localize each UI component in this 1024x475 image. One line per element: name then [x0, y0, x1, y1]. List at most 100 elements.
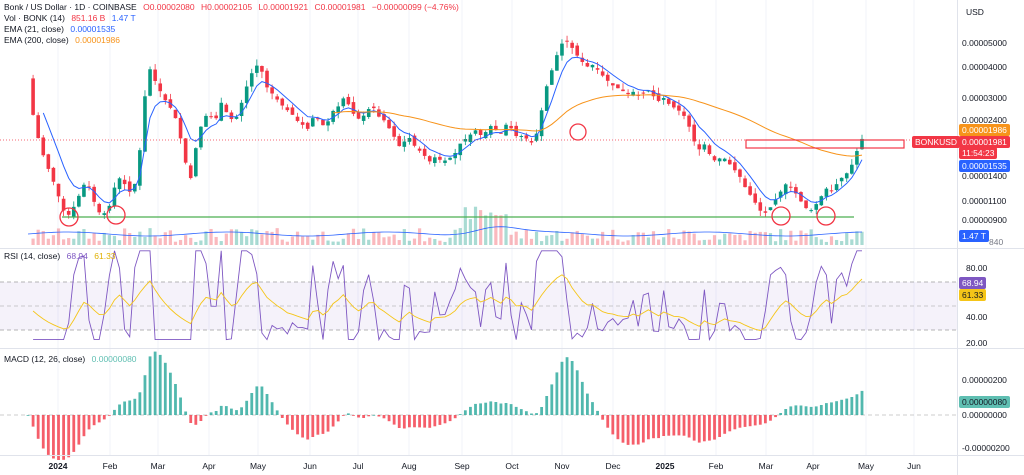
macd-bar	[397, 415, 401, 428]
macd-bar	[148, 356, 152, 415]
candle-body	[148, 69, 152, 96]
macd-bar	[184, 411, 188, 415]
macd-bar	[728, 415, 732, 432]
candle-body	[346, 96, 351, 105]
candle-body	[46, 154, 51, 169]
macd-tick-zero: 0.00000000	[962, 410, 1007, 420]
volume-bar	[367, 239, 371, 245]
candle-body	[92, 186, 96, 202]
candle-body	[356, 112, 361, 119]
macd-bar	[62, 415, 65, 460]
volume-bar	[677, 239, 681, 245]
volume-bar	[514, 231, 518, 245]
candle-body	[341, 98, 346, 107]
macd-bar	[387, 415, 391, 422]
macd-bar	[814, 406, 818, 415]
currency-label[interactable]: USD	[966, 7, 984, 17]
volume-bar	[143, 236, 147, 245]
candle-body	[255, 65, 259, 73]
volume-bar	[245, 236, 249, 245]
volume-bar	[453, 229, 457, 245]
candle-body	[850, 164, 854, 174]
macd-bar	[616, 415, 620, 440]
candle-body	[672, 101, 676, 108]
volume-bar	[51, 235, 56, 245]
volume-bar	[107, 235, 111, 245]
price-tick-3: 0.00003000	[962, 93, 1007, 103]
pane-separator-1	[0, 248, 1024, 249]
price-tick-2: 0.00004000	[962, 62, 1007, 72]
macd-bar	[204, 415, 208, 416]
symbol-tag[interactable]: BONKUSD	[912, 136, 961, 148]
macd-bar	[494, 402, 498, 415]
volume-bar	[784, 240, 788, 245]
candle-body	[855, 151, 859, 165]
macd-bar	[235, 410, 238, 415]
volume-bar	[372, 232, 376, 245]
macd-bar	[657, 415, 660, 439]
macd-bar	[733, 415, 737, 430]
volume-ma-badge: 1.47 T	[959, 230, 989, 242]
volume-bar	[499, 215, 503, 245]
candle-body	[611, 83, 615, 86]
chart-canvas[interactable]	[0, 0, 1024, 475]
macd-bar	[458, 414, 462, 415]
macd-bar	[275, 410, 279, 415]
macd-bar	[118, 404, 121, 415]
candle-body	[727, 159, 732, 165]
macd-bar	[408, 415, 411, 428]
candle-body	[270, 87, 274, 94]
volume-bar	[819, 239, 823, 245]
time-axis[interactable]: 2024 Feb Mar Apr May Jun Jul Aug Sep Oct Nov Dec 202…	[0, 457, 957, 475]
candle-body	[438, 156, 442, 160]
macd-bar	[92, 415, 96, 426]
candle-body	[799, 192, 803, 202]
volume-bar	[87, 238, 91, 245]
candle-body	[326, 121, 330, 126]
macd-bar	[784, 409, 788, 415]
volume-bar	[662, 237, 666, 245]
volume-bar	[341, 238, 345, 245]
volume-bar	[478, 210, 483, 245]
macd-bar	[794, 405, 798, 415]
ohlc-high: H0.00002105	[201, 2, 253, 12]
volume-bars	[31, 206, 864, 245]
macd-histogram	[26, 351, 864, 460]
candle-body	[814, 204, 819, 210]
time-label: Sep	[454, 461, 470, 471]
candle-body	[661, 98, 666, 100]
candle-body	[122, 179, 127, 185]
macd-bar	[102, 415, 106, 420]
volume-bar	[748, 230, 752, 245]
macd-bar	[799, 405, 803, 415]
candle-body	[839, 177, 844, 182]
macd-bar	[723, 415, 727, 434]
macd-bar	[52, 415, 55, 459]
ema21-label[interactable]: EMA (21, close)	[4, 24, 64, 34]
macd-bar	[530, 413, 533, 415]
volume-bar	[346, 233, 350, 245]
volume-bar	[173, 241, 178, 245]
macd-bar	[265, 394, 269, 415]
symbol-line[interactable]: Bonk / US Dollar · 1D · COINBASE	[4, 2, 137, 12]
ema200-label[interactable]: EMA (200, close)	[4, 35, 69, 45]
candle-body	[804, 200, 808, 209]
volume-bar	[463, 207, 467, 245]
macd-bar	[825, 403, 828, 415]
volume-bar	[840, 241, 844, 245]
price-tick-1: 0.00005000	[962, 38, 1007, 48]
macd-bar	[524, 411, 528, 415]
candle-body	[275, 96, 279, 100]
vol-label[interactable]: Vol · BONK (14)	[4, 13, 65, 23]
volume-bar	[616, 239, 620, 245]
volume-bar	[423, 241, 427, 245]
macd-label[interactable]: MACD (12, 26, close)	[4, 354, 85, 364]
macd-bar	[738, 415, 742, 428]
candle-body	[310, 118, 315, 127]
rsi-label[interactable]: RSI (14, close)	[4, 251, 60, 261]
candle-body	[224, 104, 229, 113]
volume-bar	[560, 240, 564, 245]
macd-bar	[392, 415, 396, 425]
time-label: Mar	[150, 461, 166, 471]
volume-bar	[224, 233, 228, 245]
